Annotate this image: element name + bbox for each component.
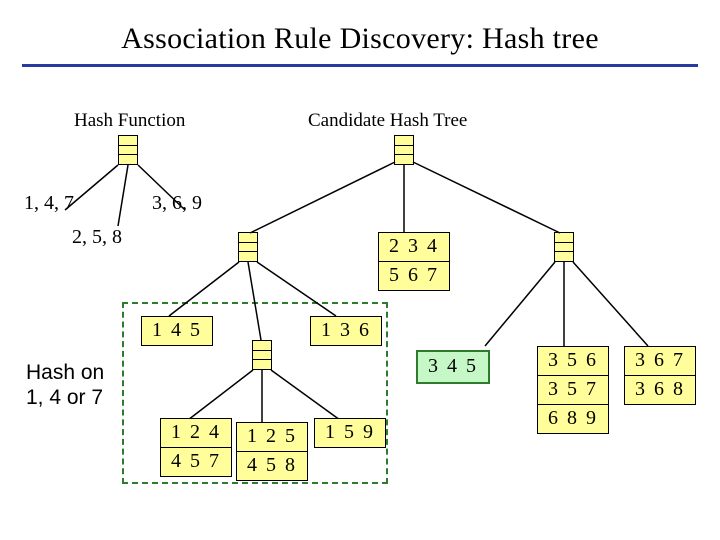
leaf-cell: 3 4 5 bbox=[428, 355, 478, 377]
leaf-cell: 4 5 8 bbox=[237, 451, 307, 480]
leaf-234-567: 2 3 4 5 6 7 bbox=[378, 232, 450, 291]
branch-label-369: 3, 6, 9 bbox=[152, 192, 202, 215]
hash-on-line1: Hash on bbox=[26, 361, 104, 384]
tree-left-mid-child-icon bbox=[252, 340, 272, 370]
leaf-cell: 1 3 6 bbox=[311, 317, 381, 345]
leaf-cell: 2 3 4 bbox=[379, 233, 449, 261]
leaf-cell: 6 8 9 bbox=[538, 404, 608, 433]
leaf-136: 1 3 6 bbox=[310, 316, 382, 346]
leaf-cell: 1 4 5 bbox=[142, 317, 212, 345]
leaf-cell: 1 2 5 bbox=[237, 423, 307, 451]
leaf-125-458: 1 2 5 4 5 8 bbox=[236, 422, 308, 481]
branch-label-258: 2, 5, 8 bbox=[72, 226, 122, 249]
tree-left-child-icon bbox=[238, 232, 258, 262]
label-hash-function: Hash Function bbox=[74, 110, 185, 132]
leaf-cell: 3 5 7 bbox=[538, 375, 608, 404]
leaf-367-368: 3 6 7 3 6 8 bbox=[624, 346, 696, 405]
leaf-cell: 4 5 7 bbox=[161, 447, 231, 476]
branch-label-147: 1, 4, 7 bbox=[24, 192, 74, 215]
hash-on-line2: 1, 4 or 7 bbox=[26, 386, 103, 409]
leaf-cell: 3 6 7 bbox=[625, 347, 695, 375]
title-underline bbox=[22, 64, 698, 67]
page-title: Association Rule Discovery: Hash tree bbox=[0, 0, 720, 56]
leaf-cell: 3 6 8 bbox=[625, 375, 695, 404]
leaf-cell: 1 5 9 bbox=[315, 419, 385, 447]
label-candidate-tree: Candidate Hash Tree bbox=[308, 110, 467, 132]
leaf-cell: 1 2 4 bbox=[161, 419, 231, 447]
leaf-345-green: 3 4 5 bbox=[416, 350, 490, 384]
hash-on-caption: Hash on 1, 4 or 7 bbox=[26, 360, 104, 410]
tree-root-icon bbox=[394, 135, 414, 165]
hashfn-node-icon bbox=[118, 135, 138, 165]
tree-right-child-icon bbox=[554, 232, 574, 262]
leaf-cell: 3 5 6 bbox=[538, 347, 608, 375]
leaf-356-357-689: 3 5 6 3 5 7 6 8 9 bbox=[537, 346, 609, 434]
leaf-145: 1 4 5 bbox=[141, 316, 213, 346]
leaf-124-457: 1 2 4 4 5 7 bbox=[160, 418, 232, 477]
leaf-159: 1 5 9 bbox=[314, 418, 386, 448]
leaf-cell: 5 6 7 bbox=[379, 261, 449, 290]
